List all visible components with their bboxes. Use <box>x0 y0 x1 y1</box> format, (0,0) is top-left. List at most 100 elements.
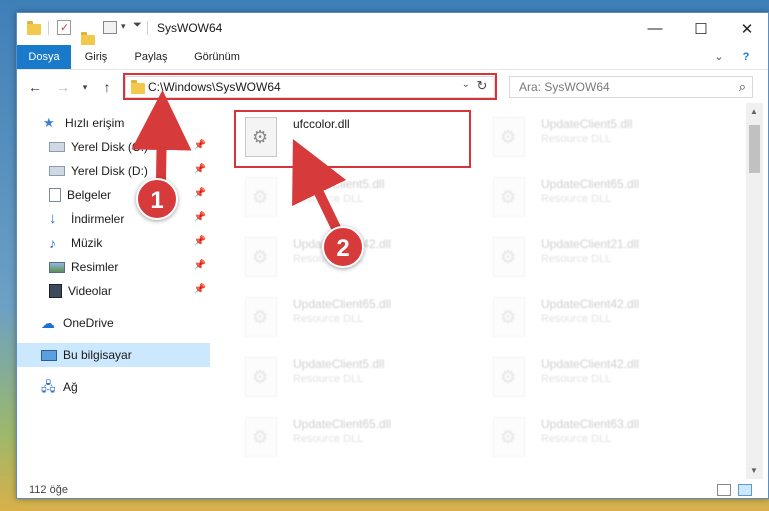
dll-file-icon <box>493 177 525 217</box>
maximize-button[interactable]: ☐ <box>678 13 724 44</box>
pin-icon[interactable]: 📌 <box>194 188 206 199</box>
sidebar-item-label: Bu bilgisayar <box>63 348 132 362</box>
quick-access-dropdown-icon[interactable]: ⏷ <box>133 19 142 32</box>
navigation-pane: ★ Hızlı erişim Yerel Disk (C:) 📌 Yerel D… <box>17 109 210 479</box>
minimize-button[interactable]: — <box>632 13 678 44</box>
large-icons-view-icon[interactable] <box>738 484 752 496</box>
file-highlight <box>234 110 471 168</box>
vertical-scrollbar[interactable]: ▲ ▼ <box>746 103 763 479</box>
file-item[interactable]: UpdateClient65.dll Resource DLL <box>235 289 475 345</box>
dll-file-icon <box>493 237 525 277</box>
sidebar-item-label: Belgeler <box>67 188 112 202</box>
drive-icon <box>49 166 65 176</box>
file-name: UpdateClient5.dll <box>293 357 385 371</box>
star-icon: ★ <box>43 115 55 130</box>
pin-icon[interactable]: 📌 <box>194 164 206 175</box>
file-name: UpdateClient42.dll <box>541 357 640 371</box>
pin-icon[interactable]: 📌 <box>194 236 206 247</box>
network-icon: 🖧 <box>41 379 56 394</box>
properties-icon[interactable]: ✓ <box>57 20 71 35</box>
tab-share[interactable]: Paylaş <box>127 45 175 69</box>
scroll-down-icon[interactable]: ▼ <box>750 466 758 475</box>
file-name: UpdateClient21.dll <box>541 237 640 251</box>
sidebar-item-music[interactable]: ♪ Müzik 📌 <box>17 231 210 255</box>
sidebar-item-quick-access[interactable]: ★ Hızlı erişim <box>17 111 210 135</box>
dll-file-icon <box>245 417 277 457</box>
file-item[interactable]: UpdateClient42.dll Resource DLL <box>483 289 723 345</box>
pin-icon[interactable]: 📌 <box>194 284 206 295</box>
file-item[interactable]: UpdateClient65.dll Resource DLL <box>483 169 723 225</box>
folder-icon <box>27 21 41 35</box>
videos-icon <box>49 284 62 298</box>
search-input[interactable]: Ara: SysWOW64 ⌕ <box>509 76 753 98</box>
customize-toolbar-icon[interactable] <box>103 21 117 34</box>
sidebar-item-label: Yerel Disk (D:) <box>71 164 148 178</box>
file-type: Resource DLL <box>541 193 612 205</box>
dll-file-icon <box>245 237 277 277</box>
sidebar-item-label: İndirmeler <box>71 212 125 226</box>
file-type: Resource DLL <box>541 433 612 445</box>
scroll-up-icon[interactable]: ▲ <box>750 107 758 116</box>
file-type: Resource DLL <box>541 313 612 325</box>
music-icon: ♪ <box>49 235 56 251</box>
sidebar-item-label: OneDrive <box>63 316 114 330</box>
details-view-icon[interactable] <box>717 484 731 496</box>
up-arrow-icon[interactable]: ↑ <box>97 77 117 97</box>
sidebar-item-label: Resimler <box>71 260 119 274</box>
sidebar-item-label: Videolar <box>68 284 112 298</box>
pin-icon[interactable]: 📌 <box>194 212 206 223</box>
dll-file-icon <box>493 297 525 337</box>
download-icon: ↓ <box>49 210 57 227</box>
file-name: UpdateClient65.dll <box>293 417 392 431</box>
file-name: UpdateClient65.dll <box>293 297 392 311</box>
search-icon[interactable]: ⌕ <box>739 79 746 95</box>
file-type: Resource DLL <box>293 193 364 205</box>
expand-ribbon-icon[interactable]: ⌄ <box>709 45 729 69</box>
recent-locations-icon[interactable]: ▾ <box>75 77 95 97</box>
drive-icon <box>49 142 65 152</box>
sidebar-item-videos[interactable]: Videolar 📌 <box>17 279 210 303</box>
sidebar-item-downloads[interactable]: ↓ İndirmeler 📌 <box>17 207 210 231</box>
sidebar-item-drive-d[interactable]: Yerel Disk (D:) 📌 <box>17 159 210 183</box>
address-highlight <box>123 73 497 100</box>
sidebar-item-network[interactable]: 🖧 Ağ <box>17 375 210 399</box>
tab-home[interactable]: Giriş <box>77 45 115 69</box>
file-item[interactable]: UpdateClient5.dll Resource DLL <box>235 349 475 405</box>
file-type: Resource DLL <box>541 253 612 265</box>
file-item[interactable]: UpdateClient65.dll Resource DLL <box>235 409 475 465</box>
window-title: SysWOW64 <box>157 21 223 35</box>
file-name: UpdateClient42.dll <box>541 297 640 311</box>
file-type: Resource DLL <box>293 313 364 325</box>
sidebar-item-onedrive[interactable]: ☁ OneDrive <box>17 311 210 335</box>
sidebar-item-documents[interactable]: Belgeler 📌 <box>17 183 210 207</box>
file-item[interactable]: UpdateClient63.dll Resource DLL <box>483 409 723 465</box>
chevron-down-icon[interactable]: ▾ <box>121 21 126 32</box>
status-bar: 112 öğe <box>17 481 768 498</box>
sidebar-item-this-pc[interactable]: Bu bilgisayar <box>17 343 210 367</box>
back-arrow-icon[interactable]: ← <box>25 77 45 97</box>
close-button[interactable]: ✕ <box>724 13 768 44</box>
sidebar-item-label: Hızlı erişim <box>65 116 125 130</box>
sidebar-item-pictures[interactable]: Resimler 📌 <box>17 255 210 279</box>
sidebar-item-drive-c[interactable]: Yerel Disk (C:) 📌 <box>17 135 210 159</box>
pin-icon[interactable]: 📌 <box>194 260 206 271</box>
file-item[interactable]: UpdateClient42.dll Resource DLL <box>483 349 723 405</box>
step-2-badge: 2 <box>322 226 364 268</box>
file-name: UpdateClient63.dll <box>541 417 640 431</box>
computer-icon <box>41 349 57 361</box>
tab-file[interactable]: Dosya <box>17 45 71 69</box>
help-icon[interactable]: ? <box>733 45 759 69</box>
documents-icon <box>49 188 61 202</box>
scrollbar-thumb[interactable] <box>749 125 760 173</box>
file-type: Resource DLL <box>293 433 364 445</box>
pin-icon[interactable]: 📌 <box>194 140 206 151</box>
dll-file-icon <box>493 357 525 397</box>
file-item[interactable]: UpdateClient5.dll Resource DLL <box>235 169 475 225</box>
forward-arrow-icon[interactable]: → <box>53 77 73 97</box>
file-name: UpdateClient5.dll <box>541 117 633 131</box>
file-item[interactable]: UpdateClient21.dll Resource DLL <box>483 229 723 285</box>
sidebar-item-label: Yerel Disk (C:) <box>71 140 148 154</box>
tab-view[interactable]: Görünüm <box>187 45 247 69</box>
file-type: Resource DLL <box>293 373 364 385</box>
file-item[interactable]: UpdateClient5.dll Resource DLL <box>483 109 723 165</box>
